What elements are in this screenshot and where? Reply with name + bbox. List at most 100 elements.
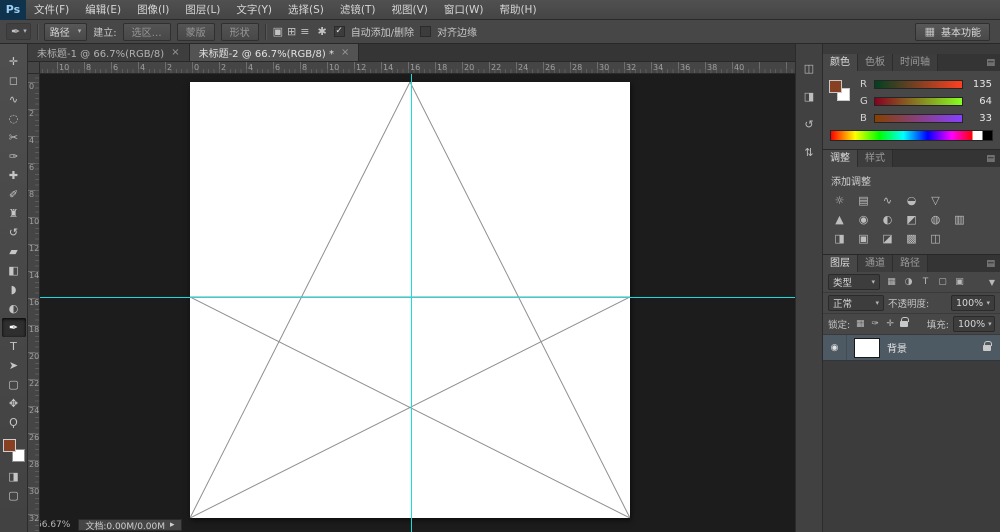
menu-item[interactable]: 文字(Y) bbox=[228, 0, 280, 20]
make-selection-button[interactable]: 选区… bbox=[122, 22, 171, 41]
adjustment-icon[interactable]: ◪ bbox=[877, 230, 898, 247]
path-operation-icon[interactable]: ▣ bbox=[272, 25, 284, 38]
vertical-ruler[interactable]: 0 2 4 6 8 10 12 14 16 18 20 22 24 26 28 30 32 bbox=[28, 74, 40, 532]
path-selection-tool[interactable]: ➤ bbox=[2, 356, 26, 375]
adjustment-icon[interactable]: ◫ bbox=[925, 230, 946, 247]
gradient-tool[interactable]: ◧ bbox=[2, 261, 26, 280]
document-info[interactable]: 文档:0.00M/0.00M ▸ bbox=[78, 519, 182, 532]
lasso-tool[interactable]: ∿ bbox=[2, 90, 26, 109]
adjustment-icon[interactable]: ▤ bbox=[853, 192, 874, 209]
document-tab[interactable]: 未标题-1 @ 66.7%(RGB/8) × bbox=[28, 44, 190, 61]
menu-item[interactable]: 图像(I) bbox=[129, 0, 177, 20]
menu-item[interactable]: 窗口(W) bbox=[436, 0, 492, 20]
layer-filter-icon[interactable]: ▦ bbox=[884, 275, 899, 290]
type-tool[interactable]: T bbox=[2, 337, 26, 356]
adjustment-icon[interactable]: ▩ bbox=[901, 230, 922, 247]
ruler-origin-corner[interactable] bbox=[28, 62, 40, 74]
fill-select[interactable]: 100% ▾ bbox=[953, 316, 995, 332]
layer-filter-icon[interactable]: ▣ bbox=[952, 275, 967, 290]
shape-tool[interactable]: ▢ bbox=[2, 375, 26, 394]
color-swatch-widget[interactable] bbox=[829, 78, 853, 104]
menu-item[interactable]: 图层(L) bbox=[177, 0, 228, 20]
panel-tab[interactable]: 样式 bbox=[858, 150, 893, 167]
collapsed-panel-icon[interactable]: ↺ bbox=[799, 116, 819, 133]
menu-item[interactable]: 编辑(E) bbox=[77, 0, 129, 20]
filter-toggle-icon[interactable]: ▼ bbox=[989, 278, 995, 287]
panel-tab[interactable]: 图层 bbox=[823, 255, 858, 272]
align-edges-checkbox[interactable] bbox=[420, 26, 432, 37]
crop-tool[interactable]: ✂ bbox=[2, 128, 26, 147]
blur-tool[interactable]: ◗ bbox=[2, 280, 26, 299]
collapsed-panel-icon[interactable]: ◫ bbox=[799, 60, 819, 77]
channel-slider[interactable] bbox=[874, 96, 963, 106]
adjustment-icon[interactable]: ☼ bbox=[829, 192, 850, 209]
adjustment-icon[interactable]: ▥ bbox=[949, 211, 970, 228]
clone-stamp-tool[interactable]: ♜ bbox=[2, 204, 26, 223]
tab-close-icon[interactable]: × bbox=[171, 47, 179, 58]
adjustment-icon[interactable]: ∿ bbox=[877, 192, 898, 209]
brush-tool[interactable]: ✐ bbox=[2, 185, 26, 204]
document-tab[interactable]: 未标题-2 @ 66.7%(RGB/8) * × bbox=[189, 44, 360, 61]
channel-slider[interactable] bbox=[874, 79, 963, 89]
opacity-select[interactable]: 100% ▾ bbox=[951, 295, 995, 311]
menu-item[interactable]: 文件(F) bbox=[26, 0, 77, 20]
foreground-swatch[interactable] bbox=[2, 439, 16, 452]
channel-slider[interactable] bbox=[874, 113, 963, 123]
healing-brush-tool[interactable]: ✚ bbox=[2, 166, 26, 185]
panel-tab[interactable]: 时间轴 bbox=[893, 54, 938, 71]
horizontal-guide[interactable] bbox=[40, 297, 795, 298]
adjustment-icon[interactable]: ◩ bbox=[901, 211, 922, 228]
lock-all-icon[interactable] bbox=[900, 317, 910, 327]
panel-tab[interactable]: 调整 bbox=[823, 150, 858, 167]
adjustment-icon[interactable]: ◒ bbox=[901, 192, 922, 209]
history-brush-tool[interactable]: ↺ bbox=[2, 223, 26, 242]
adjustment-icon[interactable]: ▣ bbox=[853, 230, 874, 247]
horizontal-ruler[interactable]: 10 8 6 4 2 0 2 4 6 8 10 12 14 16 18 20 22 24 26 28 30 32 34 36 3… bbox=[40, 62, 795, 74]
menu-item[interactable]: 滤镜(T) bbox=[332, 0, 384, 20]
lock-icon[interactable]: ▦ bbox=[854, 317, 866, 331]
visibility-eye-icon[interactable]: ◉ bbox=[823, 335, 847, 360]
make-shape-button[interactable]: 形状 bbox=[220, 22, 259, 41]
status-arrow-icon[interactable]: ▸ bbox=[170, 520, 175, 530]
hand-tool[interactable]: ✥ bbox=[2, 394, 26, 413]
layer-filter-icon[interactable]: ▢ bbox=[935, 275, 950, 290]
document-canvas[interactable] bbox=[190, 82, 630, 518]
blend-mode-select[interactable]: 正常 ▾ bbox=[828, 295, 884, 311]
adjustment-icon[interactable]: ◉ bbox=[853, 211, 874, 228]
adjustment-icon[interactable]: ◍ bbox=[925, 211, 946, 228]
lock-icon[interactable]: ✛ bbox=[884, 317, 896, 331]
layer-thumbnail[interactable] bbox=[854, 337, 880, 358]
color-foreground-swatch[interactable] bbox=[829, 80, 842, 93]
panel-menu-icon[interactable]: ▤ bbox=[986, 58, 1000, 68]
foreground-background-swatches[interactable] bbox=[2, 439, 25, 462]
panel-menu-icon[interactable]: ▤ bbox=[986, 154, 1000, 164]
channel-value[interactable]: 33 bbox=[968, 113, 992, 124]
pen-tool[interactable]: ✒ bbox=[1, 318, 26, 337]
eyedropper-tool[interactable]: ✑ bbox=[2, 147, 26, 166]
path-operation-icon[interactable]: ≡ bbox=[299, 25, 310, 38]
rectangular-marquee-tool[interactable]: ◻ bbox=[2, 71, 26, 90]
panel-tab[interactable]: 颜色 bbox=[823, 54, 858, 71]
zoom-tool[interactable]: Ϙ bbox=[2, 413, 26, 432]
layer-filter-icon[interactable]: T bbox=[918, 275, 933, 290]
channel-value[interactable]: 135 bbox=[968, 79, 992, 90]
menu-item[interactable]: 帮助(H) bbox=[491, 0, 544, 20]
gear-icon[interactable]: ✱ bbox=[316, 25, 327, 38]
quick-mask-button[interactable]: ◨ bbox=[2, 467, 26, 486]
color-spectrum-bar[interactable] bbox=[830, 130, 993, 141]
adjustment-icon[interactable]: ◨ bbox=[829, 230, 850, 247]
move-tool[interactable]: ✛ bbox=[2, 52, 26, 71]
auto-add-checkbox[interactable]: ✓ bbox=[333, 26, 345, 37]
panel-tab[interactable]: 通道 bbox=[858, 255, 893, 272]
make-mask-button[interactable]: 蒙版 bbox=[176, 22, 215, 41]
layer-filter-icon[interactable]: ◑ bbox=[901, 275, 916, 290]
eraser-tool[interactable]: ▰ bbox=[2, 242, 26, 261]
collapsed-panel-icon[interactable]: ◨ bbox=[799, 88, 819, 105]
lock-icon[interactable]: ✑ bbox=[869, 317, 881, 331]
tool-preset-picker[interactable]: ✒ ▾ bbox=[6, 23, 31, 40]
screen-mode-button[interactable]: ▢ bbox=[2, 486, 26, 505]
vertical-guide[interactable] bbox=[411, 74, 412, 532]
tool-mode-select[interactable]: 路径 ▾ bbox=[43, 22, 88, 41]
dodge-tool[interactable]: ◐ bbox=[2, 299, 26, 318]
tab-close-icon[interactable]: × bbox=[341, 47, 349, 58]
